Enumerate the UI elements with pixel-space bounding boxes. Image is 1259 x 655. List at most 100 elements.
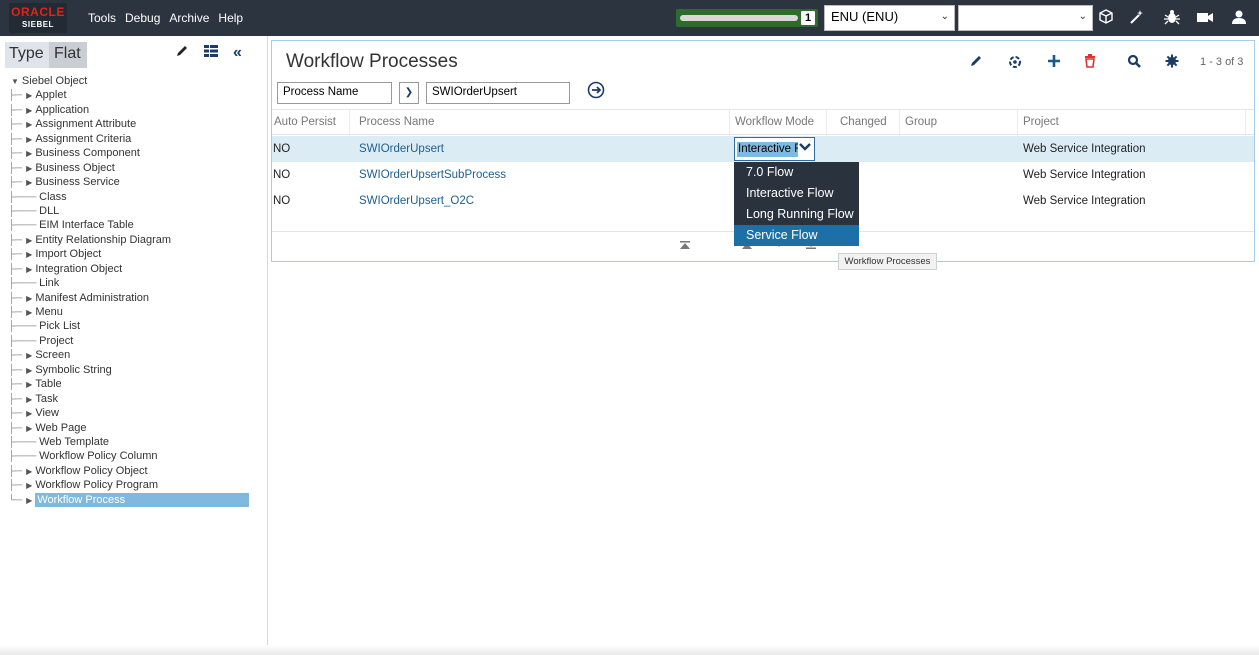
cell-process-name[interactable]: SWIOrderUpsert — [358, 136, 444, 162]
tree-item[interactable]: ├─ ▶ Application — [8, 103, 264, 117]
tree-item[interactable]: ├─ ▶ Manifest Administration — [8, 291, 264, 305]
video-icon[interactable] — [1195, 8, 1215, 28]
tree-item[interactable]: ├─── Web Template — [8, 435, 264, 449]
tree-item[interactable]: ├─ ▶ Menu — [8, 305, 264, 319]
tab-type[interactable]: Type — [5, 42, 49, 68]
chevron-down-icon[interactable]: ❯ — [399, 82, 419, 104]
language-select[interactable]: ENU (ENU) ⌄ — [824, 5, 955, 31]
chevron-down-icon[interactable] — [797, 139, 812, 159]
expand-triangle-icon[interactable]: ▶ — [26, 380, 32, 389]
tree-item[interactable]: ├─ ▶ View — [8, 406, 264, 420]
magic-wand-icon[interactable] — [1127, 8, 1147, 28]
tree-item[interactable]: ├─ ▶ Business Service — [8, 175, 264, 189]
tree-item[interactable]: ├─── Workflow Policy Column — [8, 449, 264, 463]
gear-icon[interactable] — [1165, 54, 1179, 71]
expand-triangle-icon[interactable]: ▶ — [26, 294, 32, 303]
tree-connector: ├─ — [8, 335, 23, 347]
busy-indicator[interactable]: 1 — [676, 9, 818, 27]
tree-item[interactable]: ├─ ▶ Business Component — [8, 146, 264, 160]
expand-triangle-icon[interactable]: ▶ — [26, 120, 32, 129]
expand-triangle-icon[interactable]: ▶ — [26, 308, 32, 317]
column-group[interactable]: Group — [903, 110, 1018, 136]
go-arrow-icon[interactable] — [585, 81, 607, 103]
menu-help[interactable]: Help — [218, 11, 243, 25]
delete-icon[interactable] — [1084, 54, 1096, 71]
user-icon[interactable] — [1229, 8, 1249, 28]
expand-triangle-icon[interactable]: ▶ — [26, 178, 32, 187]
cell-process-name[interactable]: SWIOrderUpsert_O2C — [358, 188, 474, 214]
menu-debug[interactable]: Debug — [125, 11, 160, 25]
tree-item[interactable]: ├─ ▶ Assignment Attribute — [8, 117, 264, 131]
tree-item[interactable]: ├─ ▶ Table — [8, 377, 264, 391]
tree-item[interactable]: ├─ ▶ Web Page — [8, 421, 264, 435]
tree-item-label: Applet — [35, 89, 67, 102]
tree-item[interactable]: ├─ ▶ Applet — [8, 88, 264, 102]
mode-option-service-flow[interactable]: Service Flow — [734, 225, 859, 246]
query-field-select[interactable]: Process Name — [277, 82, 392, 104]
workflow-mode-value[interactable]: Interactive F — [737, 142, 798, 157]
expand-triangle-icon[interactable]: ▶ — [26, 149, 32, 158]
edit-icon[interactable] — [969, 54, 983, 71]
expanded-triangle-icon[interactable]: ▼ — [11, 77, 19, 86]
tree-item[interactable]: ├─ ▶ Symbolic String — [8, 363, 264, 377]
expand-triangle-icon[interactable]: ▶ — [26, 135, 32, 144]
first-page-icon[interactable] — [680, 241, 690, 251]
tree-item[interactable]: ├─ ▶ Business Object — [8, 161, 264, 175]
tree-item[interactable]: └─ ▶ Workflow Process — [8, 492, 264, 507]
collapse-double-left-icon[interactable]: « — [233, 44, 242, 63]
expand-triangle-icon[interactable]: ▶ — [26, 467, 32, 476]
expand-triangle-icon[interactable]: ▶ — [26, 106, 32, 115]
expand-triangle-icon[interactable]: ▶ — [26, 250, 32, 259]
expand-triangle-icon[interactable]: ▶ — [26, 351, 32, 360]
search-select[interactable]: ⌄ — [958, 5, 1093, 31]
tree-item[interactable]: ├─ ▶ Integration Object — [8, 262, 264, 276]
tab-flat[interactable]: Flat — [49, 42, 87, 68]
column-workflow-mode[interactable]: Workflow Mode — [733, 110, 827, 136]
column-process-name[interactable]: Process Name — [357, 110, 730, 136]
tree-item[interactable]: ├─── Pick List — [8, 319, 264, 333]
expand-triangle-icon[interactable]: ▶ — [26, 481, 32, 490]
search-icon[interactable] — [1127, 54, 1141, 71]
tree-item[interactable]: ├─── EIM Interface Table — [8, 218, 264, 232]
mode-option-interactive-flow[interactable]: Interactive Flow — [734, 183, 859, 204]
expand-triangle-icon[interactable]: ▶ — [26, 424, 32, 433]
tree-item[interactable]: ├─── DLL — [8, 204, 264, 218]
tree-item[interactable]: ├─ ▶ Workflow Policy Program — [8, 478, 264, 492]
bug-icon[interactable] — [1162, 8, 1182, 28]
column-auto-persist[interactable]: Auto Persist — [272, 110, 350, 136]
menu-archive[interactable]: Archive — [169, 11, 209, 25]
tree-item[interactable]: ├─ ▶ Import Object — [8, 247, 264, 261]
tree-item[interactable]: ├─── Link — [8, 276, 264, 290]
tree-item[interactable]: ├─ ▶ Workflow Policy Object — [8, 464, 264, 478]
tree-item[interactable]: ├─ ▶ Task — [8, 392, 264, 406]
menu-tools[interactable]: Tools — [88, 11, 116, 25]
expand-triangle-icon[interactable]: ▶ — [26, 164, 32, 173]
tree-root[interactable]: ▼ Siebel Object — [8, 74, 264, 88]
expand-triangle-icon[interactable]: ▶ — [26, 496, 32, 505]
oracle-siebel-logo[interactable]: ORACLE SIEBEL — [9, 3, 67, 33]
query-value-input[interactable]: SWIOrderUpsert — [426, 82, 570, 104]
tree-item[interactable]: ├─ ▶ Entity Relationship Diagram — [8, 233, 264, 247]
compile-icon[interactable] — [1007, 54, 1023, 73]
workflow-mode-select[interactable]: Interactive F — [734, 137, 815, 161]
tree-item[interactable]: ├─ ▶ Assignment Criteria — [8, 132, 264, 146]
add-icon[interactable] — [1047, 54, 1061, 71]
mode-option-7-0-flow[interactable]: 7.0 Flow — [734, 162, 859, 183]
expand-triangle-icon[interactable]: ▶ — [26, 265, 32, 274]
tree-connector: ├─ — [8, 292, 23, 304]
pencil-icon[interactable] — [175, 44, 189, 63]
mode-option-long-running-flow[interactable]: Long Running Flow — [734, 204, 859, 225]
column-project[interactable]: Project — [1021, 110, 1246, 136]
tree-item[interactable]: ├─ ▶ Screen — [8, 348, 264, 362]
column-changed[interactable]: Changed — [838, 110, 900, 136]
tree-item[interactable]: ├─── Class — [8, 190, 264, 204]
expand-triangle-icon[interactable]: ▶ — [26, 91, 32, 100]
tree-item[interactable]: ├─── Project — [8, 334, 264, 348]
cell-process-name[interactable]: SWIOrderUpsertSubProcess — [358, 162, 506, 188]
cube-icon[interactable] — [1096, 8, 1116, 28]
expand-triangle-icon[interactable]: ▶ — [26, 409, 32, 418]
expand-triangle-icon[interactable]: ▶ — [26, 236, 32, 245]
expand-triangle-icon[interactable]: ▶ — [26, 395, 32, 404]
columns-icon[interactable] — [203, 44, 219, 63]
expand-triangle-icon[interactable]: ▶ — [26, 366, 32, 375]
